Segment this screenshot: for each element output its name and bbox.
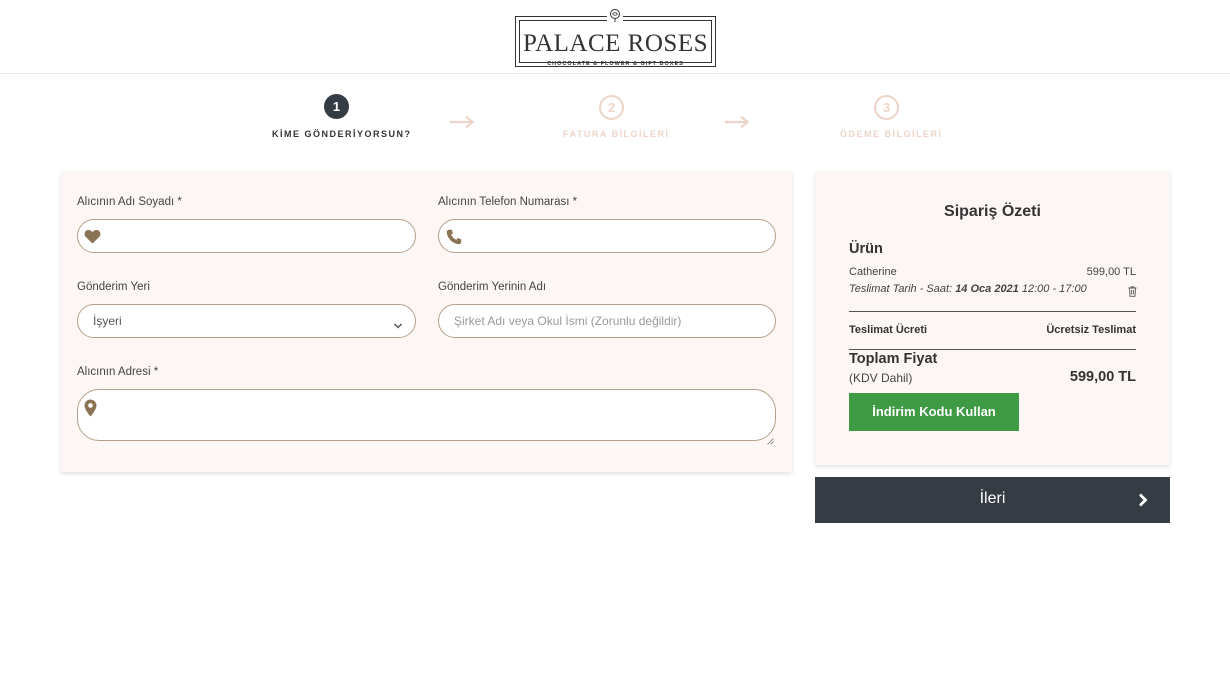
product-price: 599,00 TL (1086, 266, 1136, 278)
recipient-name-input[interactable] (77, 219, 416, 253)
recipient-phone-input[interactable] (438, 219, 776, 253)
delivery-place-select[interactable]: İşyeri (77, 304, 416, 338)
address-textarea[interactable] (77, 389, 776, 445)
heart-icon (84, 229, 101, 249)
step-2-label[interactable]: FATURA BİLGİLERİ (563, 129, 670, 139)
step-2-number[interactable]: 2 (599, 95, 624, 120)
delivery-place-value: İşyeri (93, 314, 122, 328)
rose-icon (607, 7, 623, 23)
phone-icon (446, 229, 462, 250)
address-label: Alıcının Adresi * (77, 366, 159, 378)
logo-frame: PALACE ROSES CHOCOLATE & FLOWER & GIFT B… (519, 20, 712, 67)
step-3-label[interactable]: ÖDEME BİLGİLERİ (840, 129, 943, 139)
delivery-place-label: Gönderim Yeri (77, 281, 150, 293)
chevron-down-icon (393, 317, 403, 335)
delivery-place-name-input[interactable]: Şirket Adı veya Okul İsmi (Zorunlu değil… (438, 304, 776, 338)
product-heading: Ürün (849, 241, 883, 257)
brand-name: PALACE ROSES (523, 30, 708, 57)
arrow-right-icon (724, 115, 750, 129)
summary-divider (849, 311, 1136, 312)
trash-icon[interactable] (1128, 284, 1137, 302)
recipient-phone-label: Alıcının Telefon Numarası * (438, 196, 578, 208)
brand-logo[interactable]: PALACE ROSES CHOCOLATE & FLOWER & GIFT B… (515, 16, 716, 67)
next-button-label: İleri (979, 490, 1006, 507)
recipient-form: Alıcının Adı Soyadı * Alıcının Telefon N… (61, 171, 792, 472)
delivery-prefix: Teslimat Tarih - Saat: (849, 283, 953, 295)
summary-title: Sipariş Özeti (944, 203, 1041, 220)
header: PALACE ROSES CHOCOLATE & FLOWER & GIFT B… (0, 0, 1230, 74)
order-summary: Sipariş Özeti Ürün Catherine 599,00 TL T… (815, 171, 1170, 465)
delivery-place-name-label: Gönderim Yerinin Adı (438, 281, 547, 293)
map-pin-icon (84, 399, 97, 422)
delivery-datetime: Teslimat Tarih - Saat: 14 Oca 2021 12:00… (849, 283, 1087, 295)
discount-code-button[interactable]: İndirim Kodu Kullan (849, 393, 1019, 431)
next-button[interactable]: İleri (815, 477, 1170, 523)
delivery-time: 12:00 - 17:00 (1021, 283, 1087, 295)
step-1-label[interactable]: KİME GÖNDERİYORSUN? (272, 129, 412, 139)
arrow-right-icon (449, 115, 475, 129)
shipping-label: Teslimat Ücreti (849, 324, 928, 336)
total-label: Toplam Fiyat (849, 351, 938, 367)
resize-handle-icon[interactable] (767, 432, 774, 450)
step-3-number[interactable]: 3 (874, 95, 899, 120)
summary-divider (849, 349, 1136, 350)
step-1-number[interactable]: 1 (324, 94, 349, 119)
product-name: Catherine (849, 266, 897, 278)
delivery-date: 14 Oca 2021 (955, 283, 1019, 295)
brand-tagline: CHOCOLATE & FLOWER & GIFT BOXES (547, 61, 684, 67)
shipping-value: Ücretsiz Teslimat (1046, 324, 1136, 336)
total-value: 599,00 TL (1069, 369, 1136, 385)
vat-note: (KDV Dahil) (849, 371, 913, 385)
recipient-name-label: Alıcının Adı Soyadı * (77, 196, 182, 208)
delivery-place-name-placeholder: Şirket Adı veya Okul İsmi (Zorunlu değil… (454, 314, 682, 328)
chevron-right-icon (1138, 493, 1148, 512)
